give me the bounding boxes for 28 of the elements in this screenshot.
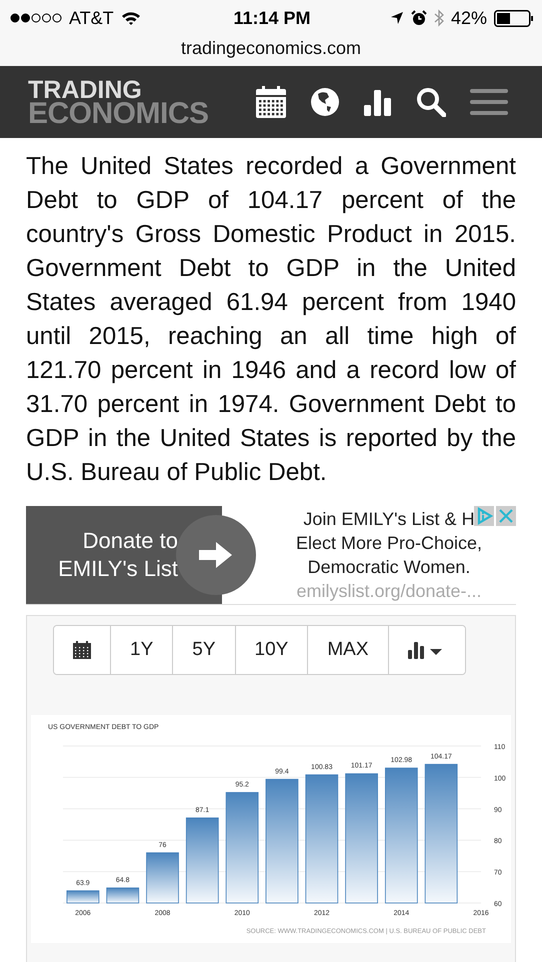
article-paragraph: The United States recorded a Government Debt to GDP of 104.17 percent of the country's Gross Domestic Product in 2015. Government Debt to GDP in the United States averaged 61.94 percent from 1940 until 2015, reaching an all time high of 121.70 percent in 1946 and a record low of 31.70 percent in 1974. Government Debt to GDP in the United States is reported by the U.S. Bureau of Public Debt. — [26, 152, 516, 488]
globe-icon[interactable] — [310, 87, 340, 117]
url-address[interactable]: tradingeconomics.com — [0, 36, 542, 60]
alarm-clock-icon — [410, 10, 427, 26]
menu-icon[interactable] — [470, 89, 508, 115]
calendar-icon — [73, 641, 91, 659]
signal-icon — [10, 13, 62, 23]
ad-headline-line: Elect More Pro-Choice, — [296, 532, 482, 555]
calendar-icon[interactable] — [256, 86, 286, 118]
location-arrow-icon — [390, 11, 404, 25]
ad-url: emilyslist.org/donate-... — [296, 580, 482, 603]
battery-icon — [494, 10, 534, 26]
chart-bar — [66, 890, 100, 904]
advertisement-banner[interactable]: Donate to EMILY's List Join EMILY's List & H Elect More Pro-Choice, Democratic Women. emilyslist.org/donate-... — [26, 506, 516, 605]
wifi-icon — [120, 10, 141, 26]
ad-headline-line: Democratic Women. — [308, 556, 470, 579]
chart-bar — [106, 888, 140, 904]
bluetooth-icon — [434, 9, 444, 27]
right-arrow-icon — [199, 541, 233, 569]
chart-bar — [146, 852, 179, 904]
bar-chart-icon[interactable] — [364, 88, 392, 116]
search-icon[interactable] — [416, 87, 446, 117]
donate-text: Donate to EMILY's List — [57, 527, 178, 583]
ad-headline-line: Join EMILY's List & H — [303, 508, 475, 531]
carrier-name: AT&T — [69, 8, 114, 28]
clock-time: 11:14 PM — [233, 8, 311, 28]
chart-type-dropdown[interactable] — [388, 626, 464, 674]
battery-percentage: 42% — [450, 8, 487, 28]
